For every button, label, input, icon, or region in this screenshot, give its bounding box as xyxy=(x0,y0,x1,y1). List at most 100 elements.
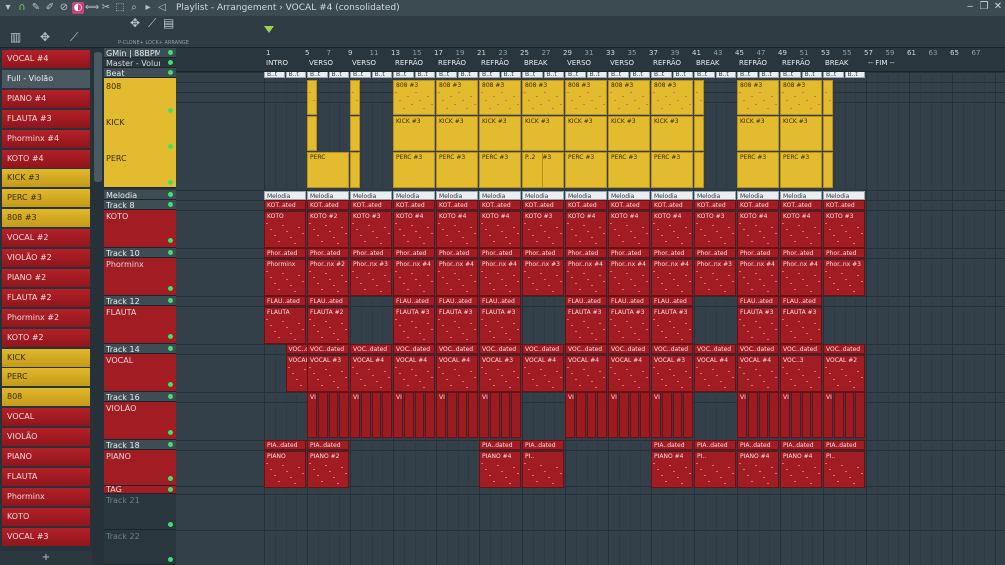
audio-clip-kick[interactable]: KICK #3 xyxy=(522,116,564,151)
phorminx-header-clip[interactable]: Phor..ated xyxy=(350,248,392,258)
vocal-clip[interactable]: VOCAL #3 xyxy=(479,355,521,392)
flauta-header-clip[interactable]: FLAU..ated xyxy=(608,296,650,306)
melodia-clip[interactable]: Melodia xyxy=(737,191,779,200)
koto-header-clip[interactable]: KOT..ated xyxy=(479,200,521,210)
audio-clip-kick[interactable] xyxy=(823,116,833,151)
flauta-clip[interactable]: FLAUTA #3 xyxy=(479,307,521,344)
vocal-clip[interactable]: VOCAL #2 xyxy=(823,355,865,392)
picker-item[interactable]: FLAUTA xyxy=(2,467,90,486)
vocal-header-clip[interactable]: VOC..dated xyxy=(307,344,349,354)
picker-item[interactable]: PIANO xyxy=(2,448,90,466)
flauta-clip[interactable]: FLAUTA #3 xyxy=(608,307,650,344)
piano-header-clip[interactable]: PIA..dated xyxy=(823,440,865,450)
koto-clip[interactable]: KOTO xyxy=(264,211,306,248)
vocal-clip[interactable]: VOC..3 xyxy=(780,355,822,392)
phorminx-clip[interactable]: Phor..nx #4 xyxy=(780,259,822,296)
track-10[interactable]: Phorminx xyxy=(104,258,176,296)
audio-clip-808[interactable] xyxy=(307,80,317,115)
picker-item[interactable]: VOCAL #2 xyxy=(2,229,90,248)
violao-clip[interactable] xyxy=(328,392,339,438)
violao-clip[interactable] xyxy=(586,392,597,438)
violao-clip[interactable]: VIOL..ated xyxy=(565,392,575,438)
zoom-icon[interactable]: ⌕ xyxy=(128,2,140,14)
section-marker[interactable]: VERSO xyxy=(567,59,591,67)
violao-clip[interactable] xyxy=(489,392,500,438)
picker-item[interactable]: KOTO xyxy=(2,507,90,526)
koto-header-clip[interactable]: KOT..ated xyxy=(694,200,736,210)
audio-clip-808[interactable] xyxy=(350,80,360,115)
melodia-clip[interactable]: Melodia xyxy=(780,191,822,200)
picker-item[interactable]: KICK xyxy=(2,348,90,367)
picker-item[interactable]: VOCAL xyxy=(2,408,90,427)
violao-clip[interactable] xyxy=(575,392,586,438)
melodia-clip[interactable]: Melodia xyxy=(565,191,607,200)
picker-item[interactable]: FLAUTA #3 xyxy=(2,109,90,128)
picker-item[interactable]: VIOLÃO xyxy=(2,428,90,447)
vocal-header-clip[interactable]: VOC..dated xyxy=(522,344,564,354)
audio-clip-kick[interactable]: KICK #3 xyxy=(780,116,822,151)
piano-header-clip[interactable]: PIA..dated xyxy=(651,440,693,450)
paint-icon[interactable]: ✐ xyxy=(44,2,56,14)
picker-item[interactable]: PERC #3 xyxy=(2,189,90,208)
audio-clip-perc[interactable]: PERC #3 xyxy=(436,152,478,188)
picker-item[interactable]: Phorminx #2 xyxy=(2,308,90,327)
vocal-clip[interactable]: VOCAL #3 xyxy=(307,355,349,392)
violao-clip[interactable] xyxy=(833,392,844,438)
track-led[interactable] xyxy=(168,286,173,291)
koto-header-clip[interactable]: KOT..ated xyxy=(651,200,693,210)
violao-clip[interactable] xyxy=(500,392,511,438)
koto-clip[interactable]: KOTO #4 xyxy=(608,211,650,248)
audio-clip-perc[interactable]: PERC #3 xyxy=(737,152,779,188)
song-position-marker[interactable] xyxy=(264,26,274,33)
vocal-header-clip[interactable]: VOC..dated xyxy=(694,344,736,354)
picker-item[interactable]: PERC xyxy=(2,368,90,387)
section-marker[interactable]: -- FIM -- xyxy=(868,59,895,67)
violao-clip[interactable] xyxy=(597,392,607,438)
track-led[interactable] xyxy=(168,557,173,562)
phorminx-header-clip[interactable]: Phor..ated xyxy=(522,248,564,258)
flauta-header-clip[interactable]: FLAU..ated xyxy=(565,296,607,306)
koto-header-clip[interactable]: KOT..ated xyxy=(436,200,478,210)
phorminx-header-clip[interactable]: Phor..ated xyxy=(393,248,435,258)
vocal-clip[interactable]: VOCAL #4 xyxy=(737,355,779,392)
violao-clip[interactable] xyxy=(371,392,382,438)
picker-item[interactable]: Full - Violão xyxy=(2,69,90,88)
koto-header-clip[interactable]: KOT..ated xyxy=(823,200,865,210)
track-16-header[interactable]: Track 16 xyxy=(104,392,176,402)
violao-clip[interactable] xyxy=(640,392,650,438)
violao-clip[interactable] xyxy=(769,392,779,438)
violao-clip[interactable]: VIOL..ated xyxy=(307,392,317,438)
slip-icon[interactable]: ⟺ xyxy=(85,2,99,14)
violao-clip[interactable] xyxy=(661,392,672,438)
flauta-header-clip[interactable]: FLAU..ated xyxy=(780,296,822,306)
section-marker[interactable]: BREAK xyxy=(825,59,848,67)
picker-item[interactable]: KICK #3 xyxy=(2,169,90,188)
picker-item[interactable]: VIOLÃO #2 xyxy=(2,249,90,267)
piano-clip[interactable]: PIANO #2 xyxy=(307,451,349,488)
koto-header-clip[interactable]: KOT..ated xyxy=(608,200,650,210)
track-10-header[interactable]: Track 10 xyxy=(104,248,176,258)
flauta-clip[interactable]: FLAUTA #3 xyxy=(565,307,607,344)
piano-header-clip[interactable]: PIA..dated xyxy=(780,440,822,450)
koto-clip[interactable]: KOTO #3 xyxy=(522,211,564,248)
koto-header-clip[interactable]: KOT..ated xyxy=(737,200,779,210)
draw-icon[interactable]: ⟋ xyxy=(70,30,78,45)
track-led[interactable] xyxy=(168,334,173,339)
phorminx-clip[interactable]: Phor..nx #4 xyxy=(565,259,607,296)
playlist-grid[interactable]: IntroVersoVersoRefrãoRefrãoRefrãoBreakVe… xyxy=(176,48,1005,565)
flauta-clip[interactable]: FLAUTA #2 xyxy=(307,307,349,344)
phorminx-clip[interactable]: Phor..nx #4 xyxy=(608,259,650,296)
koto-clip[interactable]: KOTO #3 xyxy=(823,211,865,248)
phorminx-clip[interactable]: Phor..nx #4 xyxy=(479,259,521,296)
track-led[interactable] xyxy=(168,180,173,185)
section-marker[interactable]: REFRÃO xyxy=(782,59,810,67)
audio-clip-kick[interactable]: KICK #3 xyxy=(651,116,693,151)
track-melodia[interactable]: Melodia xyxy=(104,190,176,200)
koto-clip[interactable]: KOTO #4 xyxy=(780,211,822,248)
vocal-header-clip[interactable]: VOC..dated xyxy=(651,344,693,354)
maximize-button[interactable]: ❐ xyxy=(979,1,989,12)
stretch-icon[interactable]: ⟋ xyxy=(148,16,156,31)
playlist-area[interactable]: IntroVersoVersoRefrãoRefrãoRefrãoBreakVe… xyxy=(176,48,1005,565)
track-8[interactable]: KOTO xyxy=(104,210,176,248)
koto-header-clip[interactable]: KOT..ated xyxy=(264,200,306,210)
